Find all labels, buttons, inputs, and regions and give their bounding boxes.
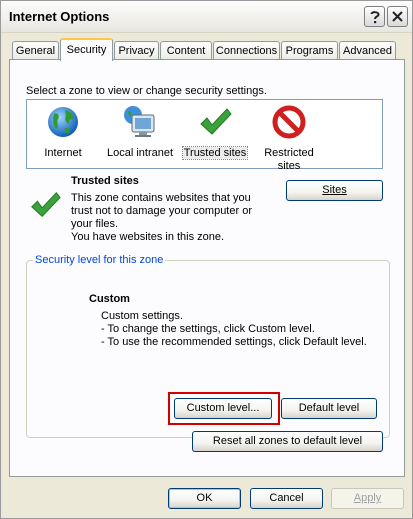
cancel-button-label: Cancel xyxy=(269,492,304,504)
window-title: Internet Options xyxy=(9,9,110,24)
zone-trusted-sites[interactable]: Trusted sites xyxy=(181,104,249,160)
security-level-name: Custom xyxy=(89,293,130,305)
tab-connections[interactable]: Connections xyxy=(213,41,280,60)
restricted-icon xyxy=(272,105,306,139)
close-button[interactable] xyxy=(387,6,408,27)
checkmark-icon xyxy=(200,108,232,135)
default-level-button-label: Default level xyxy=(298,402,360,414)
globe-icon xyxy=(48,107,78,137)
tab-privacy[interactable]: Privacy xyxy=(114,41,159,60)
security-level-line1: Custom settings. xyxy=(101,310,183,322)
zone-prompt: Select a zone to view or change security… xyxy=(26,85,267,97)
zone-trusted-sites-label: Trusted sites xyxy=(181,146,249,160)
zone-local-intranet[interactable]: Local intranet xyxy=(105,104,175,160)
zone-list: Internet Local intranet Trusted sites Re… xyxy=(26,99,383,172)
security-level-caption: Security level for this zone xyxy=(33,254,166,266)
tab-security[interactable]: Security xyxy=(60,38,113,61)
security-level-line3: - To use the recommended settings, click… xyxy=(101,336,367,348)
close-icon xyxy=(392,11,403,22)
zone-restricted-label-line2: sites xyxy=(277,160,301,172)
zone-restricted-sites[interactable]: Restricted sites xyxy=(259,104,319,173)
sites-button[interactable]: Sites xyxy=(286,180,383,201)
monitor-icon xyxy=(124,106,155,137)
zone-internet-label: Internet xyxy=(44,147,82,159)
selected-zone-description: This zone contains websites that you tru… xyxy=(71,192,252,244)
tab-strip: General Security Privacy Content Connect… xyxy=(9,38,405,61)
tab-programs[interactable]: Programs xyxy=(281,41,338,60)
security-level-line2: - To change the settings, click Custom l… xyxy=(101,323,315,335)
apply-button[interactable]: Apply xyxy=(331,488,404,509)
custom-level-button-label: Custom level... xyxy=(186,402,260,414)
ok-button[interactable]: OK xyxy=(168,488,241,509)
cancel-button[interactable]: Cancel xyxy=(250,488,323,509)
ok-button-label: OK xyxy=(196,492,213,504)
selected-zone-desc-line4: You have websites in this zone. xyxy=(71,231,225,243)
trusted-zone-checkmark-icon xyxy=(31,192,61,217)
selected-zone-desc-line3: your files. xyxy=(71,218,119,230)
security-level-details: Custom settings. - To change the setting… xyxy=(101,310,367,349)
zone-restricted-label-line1: Restricted xyxy=(264,147,314,159)
reset-all-zones-button[interactable]: Reset all zones to default level xyxy=(192,431,383,452)
tab-advanced[interactable]: Advanced xyxy=(339,41,396,60)
zone-internet[interactable]: Internet xyxy=(37,104,89,160)
title-bar[interactable]: Internet Options xyxy=(1,1,412,33)
sites-button-label: Sites xyxy=(322,184,347,196)
selected-zone-desc-line1: This zone contains websites that you xyxy=(71,192,251,204)
selected-zone-desc-line2: trust not to damage your computer or xyxy=(71,205,252,217)
apply-button-label: Apply xyxy=(353,492,382,504)
reset-all-zones-label: Reset all zones to default level xyxy=(212,435,363,447)
help-button[interactable] xyxy=(364,6,385,27)
tab-general[interactable]: General xyxy=(12,41,59,60)
custom-level-button[interactable]: Custom level... xyxy=(174,398,272,419)
tab-content[interactable]: Content xyxy=(160,41,212,60)
selected-zone-name: Trusted sites xyxy=(71,175,139,187)
zone-local-intranet-label: Local intranet xyxy=(106,147,174,159)
default-level-button[interactable]: Default level xyxy=(281,398,377,419)
internet-options-dialog: Internet Options General Security Privac… xyxy=(0,0,413,519)
help-icon xyxy=(370,10,380,23)
